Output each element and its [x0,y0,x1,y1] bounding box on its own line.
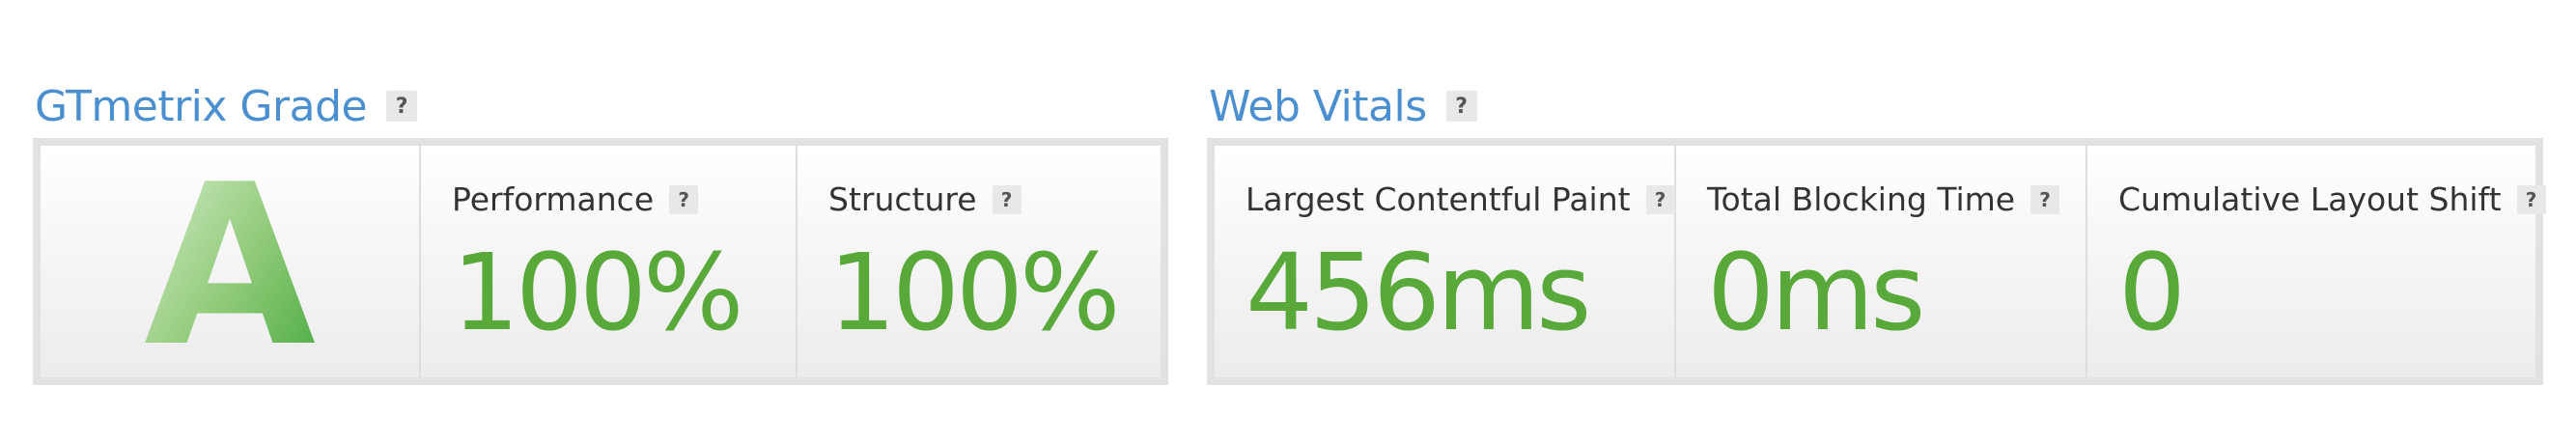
grade-cell: A [41,146,421,377]
lcp-cell: Largest Contentful Paint ? 456ms [1215,146,1676,377]
performance-label-row: Performance ? [452,180,699,218]
vitals-panel-title: Web Vitals [1209,81,1427,131]
cls-value: 0 [2118,231,2186,354]
cls-label-row: Cumulative Layout Shift ? [2118,180,2546,218]
lcp-label-row: Largest Contentful Paint ? [1246,180,1675,218]
lcp-value: 456ms [1246,231,1591,354]
performance-cell: Performance ? 100% [421,146,798,377]
grade-panel-header: GTmetrix Grade ? [35,75,418,137]
grade-panel-box: A Performance ? 100% Structure ? 100% [33,138,1168,385]
structure-cell: Structure ? 100% [798,146,1161,377]
vitals-panel-box: Largest Contentful Paint ? 456ms Total B… [1207,138,2546,385]
tbt-label-row: Total Blocking Time ? [1707,180,2060,218]
structure-label: Structure [828,180,977,218]
vitals-help-icon[interactable]: ? [1445,91,1477,122]
cls-cell: Cumulative Layout Shift ? 0 [2087,146,2546,377]
tbt-value: 0ms [1707,231,1925,354]
lcp-label: Largest Contentful Paint [1246,180,1631,218]
structure-help-icon[interactable]: ? [992,184,1022,214]
grade-letter-graphic: A [144,165,316,358]
vitals-panel-header: Web Vitals ? [1209,75,1477,137]
cls-label: Cumulative Layout Shift [2118,180,2502,218]
structure-label-row: Structure ? [828,180,1022,218]
grade-letter: A [144,165,316,358]
performance-value: 100% [452,231,743,354]
tbt-label: Total Blocking Time [1707,180,2016,218]
tbt-cell: Total Blocking Time ? 0ms [1676,146,2087,377]
grade-panel-title: GTmetrix Grade [35,81,368,131]
performance-help-icon[interactable]: ? [669,184,699,214]
structure-value: 100% [828,231,1120,354]
lcp-help-icon[interactable]: ? [1645,184,1675,214]
tbt-help-icon[interactable]: ? [2030,184,2060,214]
performance-label: Performance [452,180,655,218]
cls-help-icon[interactable]: ? [2516,184,2546,214]
grade-help-icon[interactable]: ? [386,91,418,122]
